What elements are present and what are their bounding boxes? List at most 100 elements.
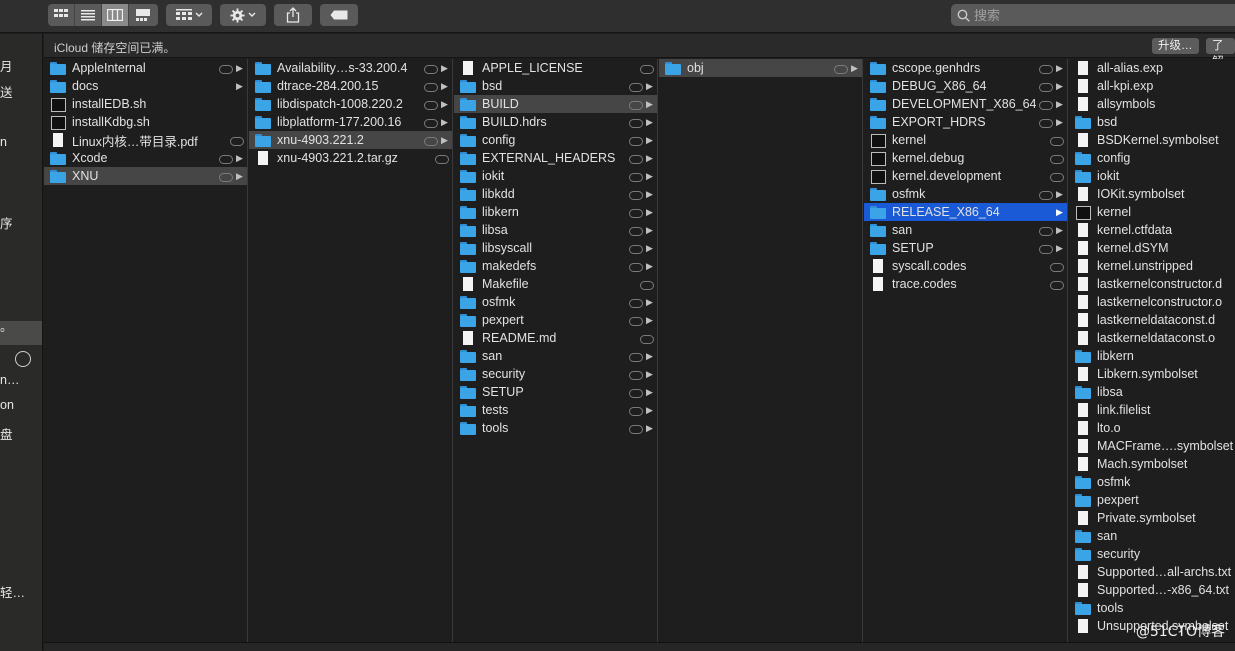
folder-row[interactable]: osfmk ▶ [864, 185, 1067, 203]
gallery-view-button[interactable] [129, 4, 156, 26]
folder-row[interactable]: SETUP ▶ [454, 383, 657, 401]
search-input[interactable] [974, 7, 1214, 23]
folder-row[interactable]: san ▶ [454, 347, 657, 365]
sidebar-item-label[interactable]: 序 [0, 213, 13, 232]
sidebar-item-label[interactable]: n [0, 135, 7, 149]
folder-row[interactable]: SETUP ▶ [864, 239, 1067, 257]
file-row[interactable]: Supported…all-archs.txt [1069, 563, 1235, 581]
file-row[interactable]: all-kpi.exp [1069, 77, 1235, 95]
file-row[interactable]: lastkernelconstructor.o [1069, 293, 1235, 311]
file-row[interactable]: Libkern.symbolset [1069, 365, 1235, 383]
sidebar-item-label[interactable]: 送 [0, 82, 13, 101]
folder-row[interactable]: Availability…s-33.200.4 ▶ [249, 59, 452, 77]
folder-row[interactable]: tools ▶ [454, 419, 657, 437]
file-row[interactable]: syscall.codes [864, 257, 1067, 275]
file-row[interactable]: Mach.symbolset [1069, 455, 1235, 473]
search-field[interactable] [951, 4, 1235, 26]
group-by-button[interactable] [166, 4, 212, 26]
file-row[interactable]: kernel [1069, 203, 1235, 221]
share-button[interactable] [274, 4, 312, 26]
file-row[interactable]: APPLE_LICENSE [454, 59, 657, 77]
folder-row[interactable]: libplatform-177.200.16 ▶ [249, 113, 452, 131]
folder-row[interactable]: obj ▶ [659, 59, 862, 77]
file-row[interactable]: kernel.dSYM [1069, 239, 1235, 257]
file-row[interactable]: lastkernelconstructor.d [1069, 275, 1235, 293]
folder-row[interactable]: pexpert [1069, 491, 1235, 509]
browser-column[interactable]: obj ▶ [659, 59, 863, 642]
folder-row[interactable]: docs ▶ [44, 77, 247, 95]
folder-row[interactable]: tests ▶ [454, 401, 657, 419]
folder-row[interactable]: security ▶ [454, 365, 657, 383]
folder-row[interactable]: Xcode ▶ [44, 149, 247, 167]
browser-column[interactable]: cscope.genhdrs ▶ DEBUG_X86_64 ▶ DEVELOPMENT_… [864, 59, 1068, 642]
folder-row[interactable]: AppleInternal ▶ [44, 59, 247, 77]
file-row[interactable]: kernel [864, 131, 1067, 149]
folder-row[interactable]: libsyscall ▶ [454, 239, 657, 257]
file-row[interactable]: lto.o [1069, 419, 1235, 437]
sidebar-item-label[interactable]: 。 [0, 316, 13, 335]
folder-row[interactable]: libkern [1069, 347, 1235, 365]
folder-row[interactable]: osfmk ▶ [454, 293, 657, 311]
column-view-button[interactable] [102, 4, 129, 26]
folder-row[interactable]: XNU ▶ [44, 167, 247, 185]
file-row[interactable]: all-alias.exp [1069, 59, 1235, 77]
folder-row[interactable]: dtrace-284.200.15 ▶ [249, 77, 452, 95]
file-row[interactable]: installEDB.sh [44, 95, 247, 113]
file-row[interactable]: Supported…-x86_64.txt [1069, 581, 1235, 599]
folder-row[interactable]: iokit ▶ [454, 167, 657, 185]
folder-row[interactable]: BUILD.hdrs ▶ [454, 113, 657, 131]
folder-row[interactable]: libsa ▶ [454, 221, 657, 239]
file-row[interactable]: link.filelist [1069, 401, 1235, 419]
file-row[interactable]: lastkerneldataconst.o [1069, 329, 1235, 347]
folder-row[interactable]: libkdd ▶ [454, 185, 657, 203]
folder-row[interactable]: san ▶ [864, 221, 1067, 239]
file-row[interactable]: trace.codes [864, 275, 1067, 293]
folder-row[interactable]: osfmk [1069, 473, 1235, 491]
folder-row[interactable]: DEBUG_X86_64 ▶ [864, 77, 1067, 95]
folder-row[interactable]: san [1069, 527, 1235, 545]
upgrade-button[interactable]: 升级… [1152, 38, 1199, 54]
folder-row[interactable]: libdispatch-1008.220.2 ▶ [249, 95, 452, 113]
folder-row[interactable]: iokit [1069, 167, 1235, 185]
sidebar-item-label[interactable]: 盘 [0, 424, 13, 443]
learn-more-button[interactable]: 了解 [1206, 38, 1235, 68]
browser-column[interactable]: Availability…s-33.200.4 ▶ dtrace-284.200.1… [249, 59, 453, 642]
folder-row[interactable]: tools [1069, 599, 1235, 617]
browser-column[interactable]: APPLE_LICENSE bsd ▶ BUILD ▶ BUILD.hdrs ▶ config… [454, 59, 658, 642]
folder-row[interactable]: libkern ▶ [454, 203, 657, 221]
file-row[interactable]: kernel.ctfdata [1069, 221, 1235, 239]
folder-row[interactable]: DEVELOPMENT_X86_64 ▶ [864, 95, 1067, 113]
sidebar-item-label[interactable]: on [0, 398, 14, 412]
folder-row[interactable]: libsa [1069, 383, 1235, 401]
file-row[interactable]: installKdbg.sh [44, 113, 247, 131]
file-row[interactable]: lastkerneldataconst.d [1069, 311, 1235, 329]
folder-row[interactable]: BUILD ▶ [454, 95, 657, 113]
folder-row[interactable]: makedefs ▶ [454, 257, 657, 275]
file-row[interactable]: allsymbols [1069, 95, 1235, 113]
edit-tags-button[interactable] [320, 4, 358, 26]
sidebar-item-label[interactable]: 轻… [0, 582, 25, 601]
file-row[interactable]: xnu-4903.221.2.tar.gz [249, 149, 452, 167]
folder-row[interactable]: pexpert ▶ [454, 311, 657, 329]
file-row[interactable]: MACFrame….symbolset [1069, 437, 1235, 455]
folder-row[interactable]: config [1069, 149, 1235, 167]
folder-row[interactable]: xnu-4903.221.2 ▶ [249, 131, 452, 149]
folder-row[interactable]: bsd [1069, 113, 1235, 131]
file-row[interactable]: Private.symbolset [1069, 509, 1235, 527]
folder-row[interactable]: RELEASE_X86_64 ▶ [864, 203, 1067, 221]
file-row[interactable]: BSDKernel.symbolset [1069, 131, 1235, 149]
folder-row[interactable]: EXTERNAL_HEADERS ▶ [454, 149, 657, 167]
file-row[interactable]: kernel.development [864, 167, 1067, 185]
file-row[interactable]: kernel.debug [864, 149, 1067, 167]
file-row[interactable]: Linux内核…带目录.pdf [44, 131, 247, 149]
folder-row[interactable]: security [1069, 545, 1235, 563]
eject-icon[interactable] [15, 351, 31, 367]
browser-column[interactable]: all-alias.exp all-kpi.exp allsymbols bsd BSD… [1069, 59, 1235, 642]
file-row[interactable]: IOKit.symbolset [1069, 185, 1235, 203]
icon-view-button[interactable] [48, 4, 75, 26]
action-menu-button[interactable] [220, 4, 266, 26]
sidebar-item-label[interactable]: 月 [0, 56, 13, 75]
folder-row[interactable]: EXPORT_HDRS ▶ [864, 113, 1067, 131]
file-row[interactable]: kernel.unstripped [1069, 257, 1235, 275]
list-view-button[interactable] [75, 4, 102, 26]
